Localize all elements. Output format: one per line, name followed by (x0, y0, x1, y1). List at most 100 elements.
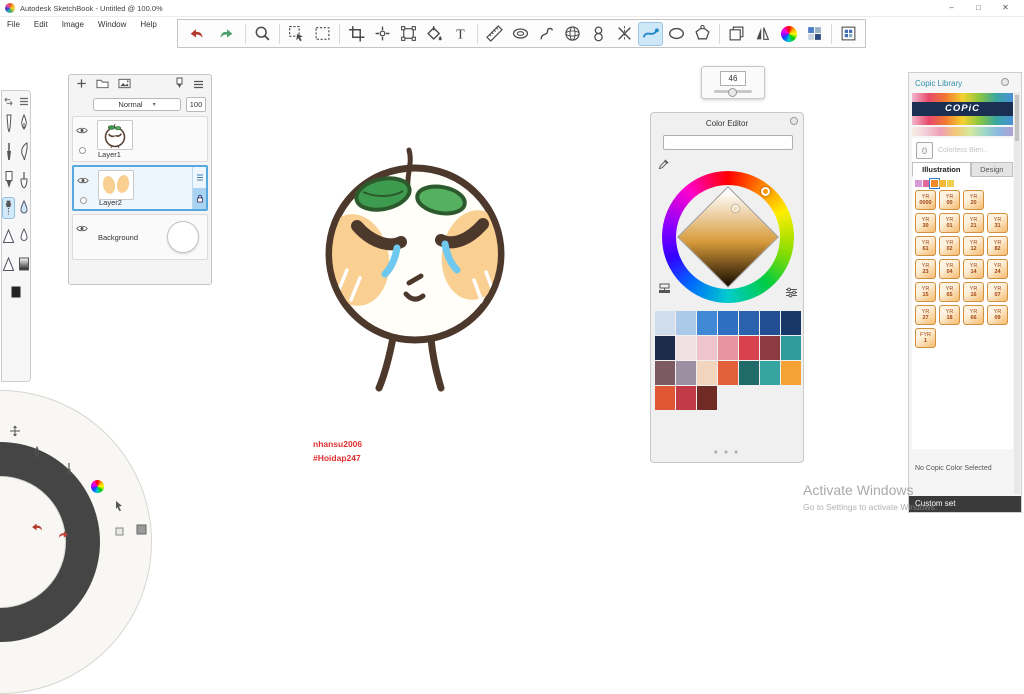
copy-layer-icon[interactable] (724, 22, 749, 46)
menu-edit[interactable]: Edit (27, 20, 55, 29)
color-swatch[interactable] (697, 336, 717, 360)
copic-chip-FYR1[interactable]: FYR 1 (915, 328, 936, 348)
copic-chip-YR14[interactable]: YR 14 (963, 259, 984, 279)
pencil-icon[interactable] (2, 113, 15, 135)
droplet-icon[interactable] (17, 225, 30, 247)
water-droplet-icon[interactable] (17, 197, 30, 219)
panel-resize-handle[interactable]: ● ● ● (651, 449, 803, 456)
color-swatch[interactable] (697, 311, 717, 335)
blend-mode-select[interactable]: Normal ▾ (93, 97, 181, 111)
transform-small-icon[interactable] (2, 95, 15, 107)
menu-window[interactable]: Window (91, 20, 133, 29)
color-wheel-icon[interactable] (776, 22, 801, 46)
color-swatch[interactable] (697, 386, 717, 410)
ellipse-tool-icon[interactable] (664, 22, 689, 46)
color-value-input[interactable] (663, 135, 793, 150)
french-curve-icon[interactable] (534, 22, 559, 46)
panel-collapse-icon[interactable] (1001, 78, 1009, 86)
puck-swatch-small-icon[interactable] (112, 524, 126, 538)
copic-chip-YR61[interactable]: YR 61 (915, 236, 936, 256)
perspective-icon[interactable] (560, 22, 585, 46)
symmetry-vertical-icon[interactable] (586, 22, 611, 46)
copic-mini-swatch[interactable] (923, 180, 930, 187)
puck-cursor-icon[interactable] (112, 499, 126, 513)
copic-mini-swatch[interactable] (915, 180, 922, 187)
color-swatch[interactable] (739, 336, 759, 360)
transform-icon[interactable] (370, 22, 395, 46)
brush-size-input[interactable]: 46 (720, 71, 746, 86)
ballpoint-pen-icon[interactable] (17, 113, 30, 135)
puck-undo-icon[interactable] (30, 520, 44, 534)
layer-marker-icon[interactable] (175, 76, 184, 94)
copic-chip-YR23[interactable]: YR 23 (915, 259, 936, 279)
color-swatch[interactable] (655, 361, 675, 385)
color-swatch[interactable] (655, 336, 675, 360)
tab-design[interactable]: Design (970, 162, 1013, 177)
color-swatch[interactable] (760, 311, 780, 335)
smudge-icon[interactable] (17, 169, 30, 191)
color-palette-icon[interactable] (802, 22, 827, 46)
text-tool-icon[interactable]: T (448, 22, 473, 46)
marketplace-icon[interactable] (836, 22, 861, 46)
gradient-icon[interactable] (17, 253, 30, 275)
copic-chip-YR00[interactable]: YR 00 (939, 190, 960, 210)
copic-chip-YR66[interactable]: YR 66 (963, 305, 984, 325)
copic-chip-YR21[interactable]: YR 21 (963, 213, 984, 233)
add-layer-icon[interactable] (76, 76, 87, 94)
copic-chip-YR02[interactable]: YR 02 (939, 236, 960, 256)
color-swatch[interactable] (781, 311, 801, 335)
ruler-icon[interactable] (482, 22, 507, 46)
hue-marker[interactable] (761, 187, 770, 196)
color-swatch[interactable] (676, 336, 696, 360)
palette-menu-icon[interactable] (17, 95, 30, 107)
color-swatch[interactable] (676, 386, 696, 410)
copic-chip-YR16[interactable]: YR 16 (963, 282, 984, 302)
visibility-icon[interactable] (77, 172, 89, 190)
distort-icon[interactable] (396, 22, 421, 46)
copic-chip-YR30[interactable]: YR 30 (915, 213, 936, 233)
ellipse-guide-icon[interactable] (508, 22, 533, 46)
copic-chip-YR18[interactable]: YR 18 (939, 305, 960, 325)
color-swatch[interactable] (781, 336, 801, 360)
copic-chip-YR15[interactable]: YR 15 (915, 282, 936, 302)
close-button[interactable]: ✕ (992, 0, 1019, 16)
layer-row-background[interactable]: Background (72, 214, 208, 260)
panel-collapse-icon[interactable] (790, 117, 798, 125)
color-swatch[interactable] (781, 361, 801, 385)
marquee-tool-icon[interactable] (310, 22, 335, 46)
triangle-icon[interactable] (2, 225, 15, 247)
colorless-blender-chip[interactable]: 0 (916, 141, 933, 159)
color-swatch[interactable] (718, 336, 738, 360)
layer-folder-icon[interactable] (96, 76, 109, 94)
copic-chip-YR09[interactable]: YR 09 (987, 305, 1008, 325)
copic-chip-YR07[interactable]: YR 07 (987, 282, 1008, 302)
brush-size-slider[interactable] (714, 88, 752, 97)
background-color-swatch[interactable] (167, 221, 199, 253)
menu-file[interactable]: File (0, 20, 27, 29)
puck-color-wheel-icon[interactable] (90, 479, 104, 493)
color-swatch[interactable] (760, 336, 780, 360)
layer-row-layer1[interactable]: Layer1 (72, 116, 208, 162)
color-swatch[interactable] (718, 361, 738, 385)
menu-image[interactable]: Image (55, 20, 91, 29)
minimize-button[interactable]: – (938, 0, 965, 16)
selection-tool-icon[interactable] (284, 22, 309, 46)
maximize-button[interactable]: □ (965, 0, 992, 16)
copic-chip-YR01[interactable]: YR 01 (939, 213, 960, 233)
copic-chip-YR20[interactable]: YR 20 (963, 190, 984, 210)
sv-marker[interactable] (732, 205, 739, 212)
opacity-input[interactable]: 100 (186, 96, 206, 112)
copic-chip-YR24[interactable]: YR 24 (987, 259, 1008, 279)
zoom-icon[interactable] (250, 22, 275, 46)
layer-marker-radio[interactable] (78, 147, 86, 154)
import-image-icon[interactable] (118, 76, 131, 94)
airbrush-icon[interactable] (2, 197, 15, 219)
layer-marker-radio[interactable] (79, 197, 87, 204)
steady-stroke-icon[interactable] (638, 21, 663, 46)
copic-chip-YR0000[interactable]: YR 0000 (915, 190, 936, 210)
copic-chip-YR27[interactable]: YR 27 (915, 305, 936, 325)
color-swatch[interactable] (697, 361, 717, 385)
tab-illustration[interactable]: Illustration (912, 162, 971, 177)
color-swatch[interactable] (739, 311, 759, 335)
menu-help[interactable]: Help (133, 20, 163, 29)
